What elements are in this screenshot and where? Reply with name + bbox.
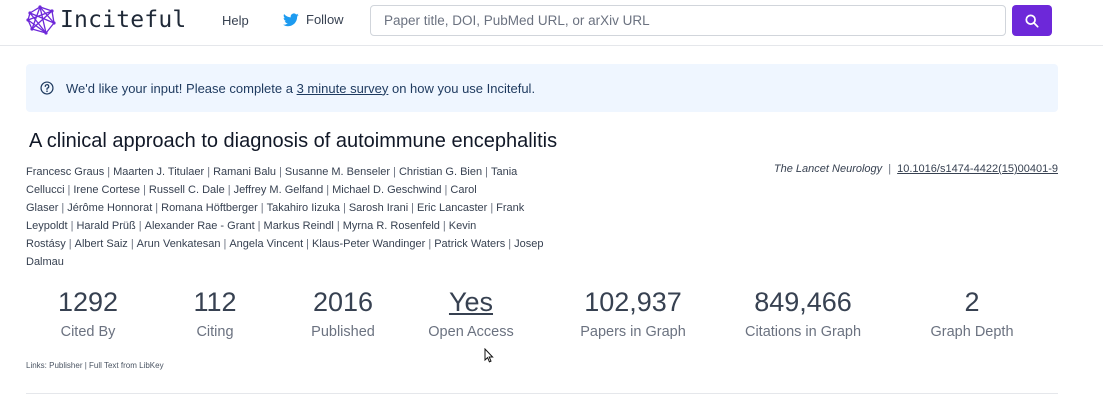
author-separator: |: [155, 202, 159, 214]
author-separator: |: [130, 238, 134, 250]
author-separator: |: [336, 220, 340, 232]
author-separator: |: [138, 220, 142, 232]
author-separator: |: [411, 202, 414, 214]
author-link[interactable]: Takahiro Iizuka: [267, 202, 340, 214]
stat-citing: 112 Citing: [167, 286, 263, 340]
author-link[interactable]: Sarosh Irani: [349, 202, 408, 214]
stat-value: 112: [193, 287, 237, 317]
author-link[interactable]: Francesc Graus: [26, 166, 104, 178]
survey-text-before: We'd like your input! Please complete a: [66, 80, 297, 96]
section-divider: [26, 393, 1058, 394]
author-link[interactable]: Patrick Waters: [434, 238, 505, 250]
author-link[interactable]: Eric Lancaster: [417, 202, 487, 214]
author-link[interactable]: Arun Venkatesan: [137, 238, 221, 250]
libkey-fulltext-link[interactable]: Full Text from LibKey: [89, 361, 164, 370]
stat-open-access: Yes Open Access: [421, 286, 521, 340]
author-separator: |: [223, 238, 227, 250]
paper-title: A clinical approach to diagnosis of auto…: [29, 130, 558, 152]
stat-value: 2: [964, 287, 980, 317]
search-icon: [1025, 13, 1039, 28]
stat-label: Published: [311, 324, 375, 340]
stat-citations-in-graph: 849,466 Citations in Graph: [733, 286, 873, 340]
stat-label: Citations in Graph: [744, 324, 862, 340]
author-separator: |: [260, 202, 264, 214]
links-line: Links: Publisher | Full Text from LibKey: [26, 361, 164, 370]
author-separator: |: [442, 220, 446, 232]
meta-separator: |: [888, 163, 892, 175]
stat-label: Graph Depth: [930, 324, 1014, 340]
author-separator: |: [485, 166, 488, 178]
survey-banner-text: We'd like your input! Please complete a …: [66, 81, 535, 96]
author-link[interactable]: Jeffrey M. Gelfand: [234, 184, 324, 196]
doi-link[interactable]: 10.1016/s1474-4422(15)00401-9: [897, 163, 1058, 175]
publisher-link[interactable]: Publisher: [49, 361, 82, 370]
author-link[interactable]: Harald Prüß: [76, 220, 135, 232]
author-separator: |: [68, 238, 72, 250]
author-link[interactable]: Susanne M. Benseler: [285, 166, 390, 178]
stat-cited-by: 1292 Cited By: [40, 286, 136, 340]
author-separator: |: [107, 166, 111, 178]
author-link[interactable]: Myrna R. Rosenfeld: [343, 220, 440, 232]
paper-meta: The Lancet Neurology | 10.1016/s1474-442…: [774, 163, 1058, 175]
open-access-link[interactable]: Yes: [421, 286, 521, 318]
author-separator: |: [207, 166, 211, 178]
author-separator: |: [227, 184, 231, 196]
survey-banner: We'd like your input! Please complete a …: [26, 64, 1058, 112]
author-link[interactable]: Maarten J. Titulaer: [113, 166, 204, 178]
mouse-cursor-icon: [484, 348, 494, 363]
author-separator: |: [393, 166, 396, 178]
author-link[interactable]: Michael D. Geschwind: [332, 184, 441, 196]
nav-follow-label: Follow: [306, 12, 344, 27]
stat-value: 849,466: [754, 287, 852, 317]
nav-follow-link[interactable]: Follow: [283, 12, 344, 27]
author-link[interactable]: Christian G. Bien: [399, 166, 482, 178]
author-link[interactable]: Alexander Rae - Grant: [145, 220, 255, 232]
stat-label: Cited By: [60, 324, 116, 340]
stat-value: 2016: [312, 287, 374, 317]
brand-name: Inciteful: [60, 7, 187, 33]
survey-link[interactable]: 3 minute survey: [297, 81, 389, 96]
stat-label: Papers in Graph: [580, 324, 686, 340]
navbar: Inciteful Help Follow: [0, 0, 1103, 46]
author-link[interactable]: Ramani Balu: [213, 166, 276, 178]
stat-label: Open Access: [428, 324, 514, 340]
author-separator: |: [61, 202, 65, 214]
stat-value: 1292: [57, 287, 119, 317]
brand-logo-link[interactable]: Inciteful: [26, 4, 186, 36]
author-link[interactable]: Angela Vincent: [229, 238, 303, 250]
author-link[interactable]: Markus Reindl: [264, 220, 334, 232]
stat-label: Citing: [196, 324, 234, 340]
links-prefix: Links:: [26, 361, 50, 370]
author-separator: |: [490, 202, 494, 214]
author-separator: |: [326, 184, 330, 196]
author-link[interactable]: Jérôme Honnorat: [67, 202, 152, 214]
author-link[interactable]: Albert Saiz: [75, 238, 128, 250]
author-separator: |: [306, 238, 309, 250]
author-separator: |: [428, 238, 432, 250]
nav-help-link[interactable]: Help: [222, 13, 249, 28]
author-separator: |: [279, 166, 282, 178]
author-separator: |: [342, 202, 346, 214]
stat-papers-in-graph: 102,937 Papers in Graph: [568, 286, 698, 340]
question-circle-icon: [40, 81, 54, 95]
author-list: Francesc Graus | Maarten J. Titulaer | Raman…: [26, 163, 546, 271]
search-button[interactable]: [1012, 5, 1052, 36]
author-separator: |: [257, 220, 261, 232]
stat-value: 102,937: [584, 287, 682, 317]
author-separator: |: [143, 184, 146, 196]
stat-published: 2016 Published: [291, 286, 395, 340]
author-link[interactable]: Irene Cortese: [73, 184, 140, 196]
stat-graph-depth: 2 Graph Depth: [917, 286, 1027, 340]
survey-text-after: on how you use Inciteful.: [388, 80, 536, 96]
author-link[interactable]: Russell C. Dale: [149, 184, 225, 196]
author-separator: |: [508, 238, 512, 250]
twitter-bird-icon: [283, 12, 299, 26]
author-link[interactable]: Klaus-Peter Wandinger: [312, 238, 425, 250]
search-input[interactable]: [370, 5, 1006, 36]
author-link[interactable]: Romana Höftberger: [161, 202, 258, 214]
network-logo-icon: [26, 5, 56, 35]
journal-name: The Lancet Neurology: [773, 163, 883, 175]
